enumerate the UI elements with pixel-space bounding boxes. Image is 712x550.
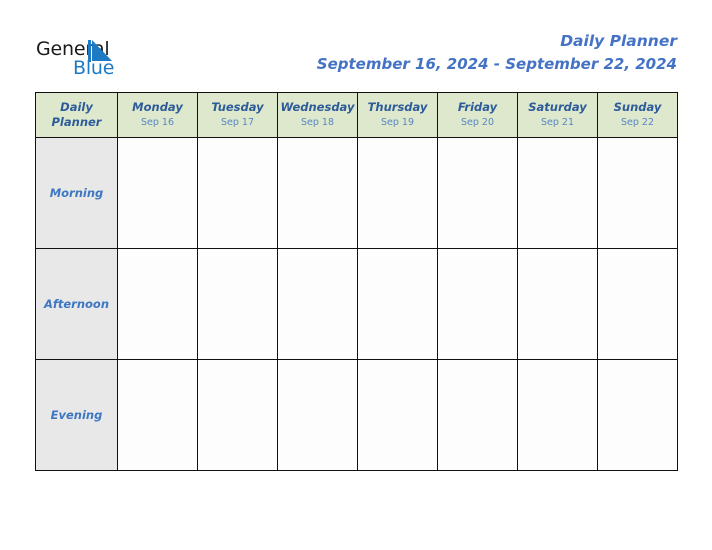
planner-cell-afternoon-sunday[interactable] xyxy=(597,248,678,360)
day-name-label: Tuesday xyxy=(211,100,264,114)
planner-cell-morning-thursday[interactable] xyxy=(357,137,438,249)
day-name-label: Saturday xyxy=(528,100,587,114)
planner-cell-afternoon-tuesday[interactable] xyxy=(197,248,278,360)
slot-label-text: Evening xyxy=(50,408,103,422)
slot-label-morning: Morning xyxy=(35,137,118,249)
planner-cell-morning-saturday[interactable] xyxy=(517,137,598,249)
day-header-monday: Monday Sep 16 xyxy=(117,92,198,138)
planner-cell-morning-wednesday[interactable] xyxy=(277,137,358,249)
table-header-row: Daily Planner Monday Sep 16 Tuesday Sep … xyxy=(35,92,678,138)
table-row-morning: Morning xyxy=(35,137,678,249)
planner-cell-afternoon-friday[interactable] xyxy=(437,248,518,360)
day-header-friday: Friday Sep 20 xyxy=(437,92,518,138)
day-date-label: Sep 20 xyxy=(460,117,494,128)
planner-cell-afternoon-thursday[interactable] xyxy=(357,248,438,360)
brand-word-blue: Blue xyxy=(73,57,115,79)
day-header-tuesday: Tuesday Sep 17 xyxy=(197,92,278,138)
planner-cell-evening-thursday[interactable] xyxy=(357,359,438,471)
day-date-label: Sep 17 xyxy=(220,117,254,128)
planner-cell-morning-tuesday[interactable] xyxy=(197,137,278,249)
day-header-thursday: Thursday Sep 19 xyxy=(357,92,438,138)
date-range: September 16, 2024 - September 22, 2024 xyxy=(316,55,677,73)
planner-cell-evening-monday[interactable] xyxy=(117,359,198,471)
planner-cell-afternoon-saturday[interactable] xyxy=(517,248,598,360)
slot-label-text: Morning xyxy=(49,186,104,200)
slot-label-evening: Evening xyxy=(35,359,118,471)
day-name-label: Wednesday xyxy=(280,100,355,114)
day-date-label: Sep 18 xyxy=(300,117,334,128)
planner-cell-evening-sunday[interactable] xyxy=(597,359,678,471)
planner-cell-morning-sunday[interactable] xyxy=(597,137,678,249)
planner-cell-afternoon-wednesday[interactable] xyxy=(277,248,358,360)
day-name-label: Sunday xyxy=(613,100,662,114)
page-header: General Blue Daily Planner September 16,… xyxy=(0,0,712,92)
day-date-label: Sep 22 xyxy=(620,117,654,128)
table-row-afternoon: Afternoon xyxy=(35,248,678,360)
title-block: Daily Planner September 16, 2024 - Septe… xyxy=(317,31,677,75)
day-date-label: Sep 21 xyxy=(540,117,574,128)
planner-cell-afternoon-monday[interactable] xyxy=(117,248,198,360)
corner-cell: Daily Planner xyxy=(35,92,118,138)
corner-line-one: Daily xyxy=(60,100,93,114)
planner-cell-evening-saturday[interactable] xyxy=(517,359,598,471)
page-title: Daily Planner xyxy=(560,32,677,50)
slot-label-text: Afternoon xyxy=(43,297,110,311)
day-name-label: Thursday xyxy=(367,100,428,114)
day-name-label: Monday xyxy=(132,100,183,114)
day-header-saturday: Saturday Sep 21 xyxy=(517,92,598,138)
day-date-label: Sep 19 xyxy=(380,117,414,128)
planner-cell-evening-wednesday[interactable] xyxy=(277,359,358,471)
brand-logo: General Blue xyxy=(36,38,156,82)
table-row-evening: Evening xyxy=(35,359,678,471)
planner-cell-evening-friday[interactable] xyxy=(437,359,518,471)
day-header-sunday: Sunday Sep 22 xyxy=(597,92,678,138)
day-date-label: Sep 16 xyxy=(140,117,174,128)
planner-cell-morning-friday[interactable] xyxy=(437,137,518,249)
planner-cell-evening-tuesday[interactable] xyxy=(197,359,278,471)
day-header-wednesday: Wednesday Sep 18 xyxy=(277,92,358,138)
day-name-label: Friday xyxy=(457,100,498,114)
corner-line-two: Planner xyxy=(51,115,102,129)
daily-planner-table: Daily Planner Monday Sep 16 Tuesday Sep … xyxy=(35,92,678,471)
slot-label-afternoon: Afternoon xyxy=(35,248,118,360)
planner-cell-morning-monday[interactable] xyxy=(117,137,198,249)
